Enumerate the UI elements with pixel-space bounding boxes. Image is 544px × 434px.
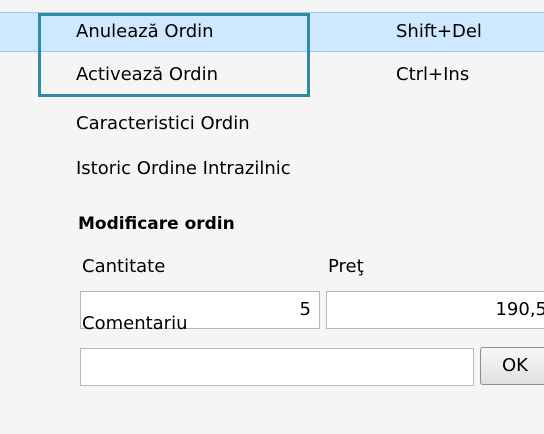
- context-menu-panel: Anulează Ordin Shift+Del Activează Ordin…: [0, 0, 544, 434]
- menu-item-shortcut: Ctrl+Ins: [396, 64, 470, 85]
- modify-order-title: Modificare ordin: [78, 214, 235, 234]
- comment-label: Comentariu: [82, 313, 188, 334]
- menu-list: Anulează Ordin Shift+Del Activează Ordin…: [0, 0, 544, 200]
- ok-button[interactable]: OK: [480, 347, 544, 385]
- menu-item-activeaza-ordin[interactable]: Activează Ordin Ctrl+Ins: [0, 55, 544, 95]
- quantity-value: 5: [299, 299, 311, 320]
- menu-item-label: Istoric Ordine Intrazilnic: [76, 158, 291, 179]
- menu-item-istoric-ordine-intrazilnic[interactable]: Istoric Ordine Intrazilnic: [0, 149, 544, 189]
- price-label: Preţ: [328, 256, 364, 277]
- quantity-label: Cantitate: [82, 256, 166, 277]
- menu-item-shortcut: Shift+Del: [396, 21, 482, 42]
- menu-item-anuleaza-ordin[interactable]: Anulează Ordin Shift+Del: [0, 12, 544, 52]
- menu-item-label: Activează Ordin: [76, 64, 218, 85]
- price-value: 190,5: [495, 299, 544, 320]
- ok-button-label: OK: [502, 355, 528, 376]
- menu-item-label: Anulează Ordin: [76, 21, 214, 42]
- menu-item-caracteristici-ordin[interactable]: Caracteristici Ordin: [0, 104, 544, 144]
- price-input[interactable]: 190,5: [326, 291, 544, 329]
- menu-item-label: Caracteristici Ordin: [76, 113, 250, 134]
- comment-input[interactable]: [80, 348, 474, 386]
